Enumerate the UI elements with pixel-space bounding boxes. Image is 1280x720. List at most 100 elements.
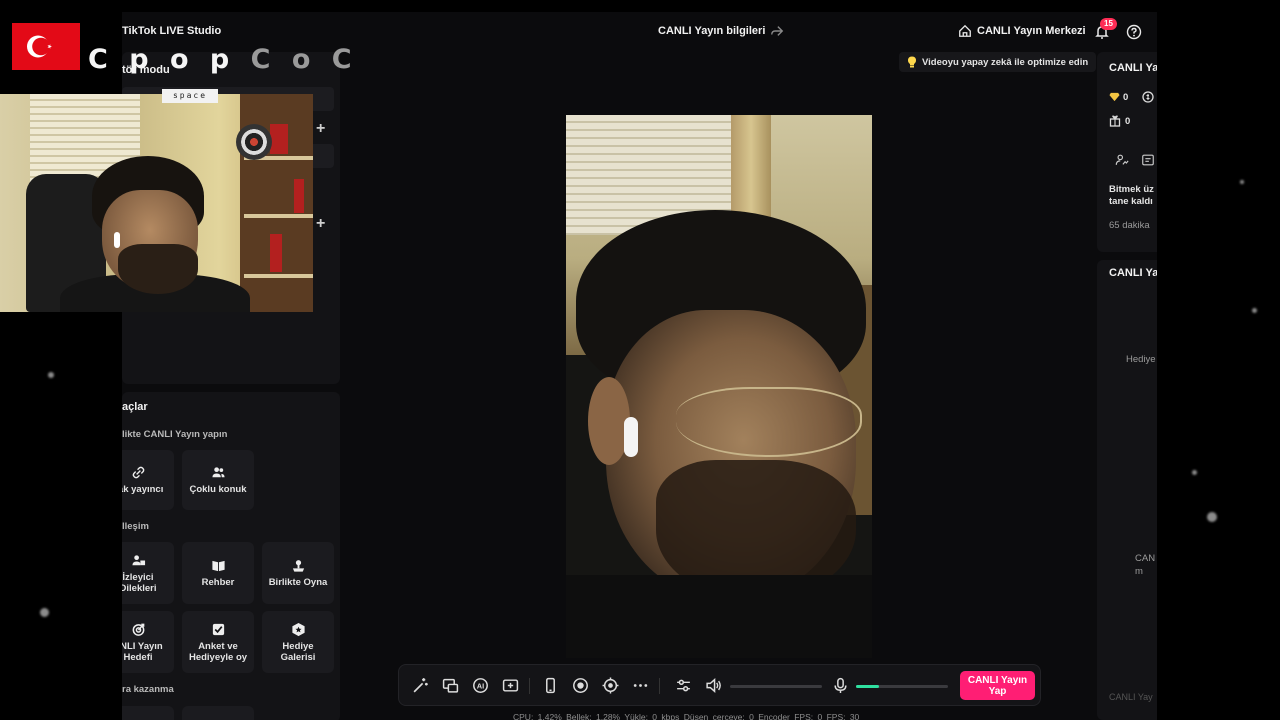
live-goal-icon (132, 623, 144, 636)
link-icon (132, 466, 144, 479)
preview-earbud (624, 417, 638, 457)
mic-level-fill (856, 685, 879, 688)
gifts-tab-label[interactable]: Hediye (1126, 354, 1156, 365)
lightbulb-icon (908, 56, 916, 68)
tool-multi-guest[interactable]: Çoklu konuk (182, 450, 254, 510)
diamond-icon (1109, 92, 1120, 102)
help-icon[interactable] (1126, 24, 1142, 40)
speaker-icon[interactable] (705, 677, 722, 694)
turkey-flag-image (12, 23, 80, 70)
add-source-icon[interactable] (502, 677, 519, 694)
more-icon[interactable] (632, 677, 649, 694)
tool-label: Anket ve Hediyeyle oy (188, 640, 248, 663)
settings-sliders-icon[interactable] (675, 677, 692, 694)
multi-guest-icon (211, 467, 225, 478)
camera-target-icon[interactable] (602, 677, 619, 694)
tool-play-together[interactable]: Birlikte Oyna (262, 542, 334, 604)
background-star (1207, 512, 1217, 522)
gifts-panel: CANLI Ya Hediye CAN m CANLI Yay (1097, 260, 1157, 720)
performance-stats: CPU: 1.42% Bellek: 1.28% Yükle: 0 kbps D… (513, 712, 860, 720)
tool-cohost[interactable]: cak yayıncı (122, 450, 174, 510)
add-scene-plus-icon[interactable]: + (316, 120, 325, 138)
tool-label: Rehber (201, 577, 235, 588)
app-title: TikTok LIVE Studio (122, 25, 222, 37)
ai-tip-label: Videoyu yapay zekâ ile optimize edin (922, 56, 1089, 68)
webcam-shelf-board (244, 214, 313, 218)
tool-label: ANLI Yayın Hedefi (122, 640, 163, 663)
svg-text:AI: AI (477, 681, 484, 690)
add-source-plus-icon[interactable]: + (316, 215, 325, 233)
webcam-red-item (270, 124, 288, 154)
minutes-remaining: 65 dakika (1109, 220, 1150, 231)
tool-earn[interactable] (182, 706, 254, 720)
stream-preview[interactable] (566, 115, 872, 658)
live-center-button[interactable]: CANLI Yayın Merkezi (958, 24, 1086, 38)
tool-earn[interactable] (122, 706, 174, 720)
tool-label: Çoklu konuk (189, 484, 247, 495)
viewer-wishes-icon (131, 554, 145, 565)
gift-gallery-icon (291, 622, 305, 636)
background-star (40, 608, 49, 617)
diamond-count: 0 (1123, 92, 1129, 103)
ai-optimize-tip[interactable]: Videoyu yapay zekâ ile optimize edin (899, 52, 1097, 72)
tool-label: cak yayıncı (122, 484, 164, 495)
brand-fade: C o C (250, 44, 358, 75)
tools-title: açlar (122, 401, 148, 413)
phone-layout-icon[interactable] (542, 677, 559, 694)
ai-icon[interactable]: AI (472, 677, 489, 694)
play-together-icon (292, 560, 304, 572)
webcam-earbud (114, 232, 120, 248)
home-icon (959, 24, 971, 37)
crescent-star-icon (27, 35, 52, 58)
tool-guide[interactable]: Rehber (182, 542, 254, 604)
tool-gift-gallery[interactable]: Hediye Galerisi (262, 611, 334, 673)
gifts-panel-title: CANLI Ya (1109, 267, 1157, 279)
microphone-icon[interactable] (832, 677, 849, 694)
background-star (1240, 180, 1244, 184)
empty-state-text: CAN m (1135, 553, 1156, 577)
mic-level-slider[interactable] (856, 685, 948, 688)
desktop-background: TikTok LIVE Studio CANLI Yayın bilgileri… (0, 0, 1280, 720)
live-summary-title: CANLI Ya (1109, 62, 1157, 74)
tools-panel: açlar likte CANLI Yayın yapın cak yayınc… (122, 392, 340, 720)
section-interaction: lleşim (122, 521, 149, 532)
tool-viewer-wishes[interactable]: İzleyici Dilekleri (122, 542, 174, 604)
tool-label: İzleyici Dilekleri (122, 571, 157, 594)
webcam-red-item (294, 179, 304, 213)
poll-icon (212, 623, 224, 635)
webcam-overlay (0, 94, 313, 312)
screen-icon[interactable] (1141, 153, 1155, 167)
gift-icon (1109, 115, 1121, 127)
screen-share-icon[interactable] (442, 677, 459, 694)
channel-brand-text: C p o p C o C (88, 44, 358, 75)
background-star (1192, 470, 1197, 475)
tool-live-goal[interactable]: ANLI Yayın Hedefi (122, 611, 174, 673)
webcam-shelf-board (244, 274, 313, 278)
live-summary-panel: CANLI Ya 0 0 Bitmek üz tane kaldı 65 dak… (1097, 52, 1157, 252)
section-earn: ra kazanma (122, 684, 174, 695)
toolbar-divider (659, 678, 660, 694)
guide-icon (211, 560, 225, 572)
volume-slider[interactable] (730, 685, 822, 688)
record-icon[interactable] (572, 677, 589, 694)
webcam-red-item (270, 234, 282, 272)
background-star (1252, 308, 1257, 313)
bottom-toolbar: AI CANLI Yayın Yap (398, 664, 1041, 706)
magic-wand-icon[interactable] (412, 677, 429, 694)
user-trend-icon[interactable] (1115, 153, 1129, 167)
go-live-button[interactable]: CANLI Yayın Yap (960, 671, 1035, 700)
webcam-dartboard (236, 124, 272, 160)
space-key-tag: space (162, 89, 218, 103)
footer-hint: CANLI Yay (1109, 692, 1153, 702)
tool-poll[interactable]: Anket ve Hediyeyle oy (182, 611, 254, 673)
live-center-label: CANLI Yayın Merkezi (977, 25, 1086, 37)
preview-glasses (676, 387, 862, 457)
coin-icon (1142, 91, 1154, 103)
live-info-button[interactable]: CANLI Yayın bilgileri (658, 25, 765, 37)
share-icon[interactable] (770, 24, 784, 38)
brand-main: C p o p (88, 44, 236, 75)
notification-badge: 15 (1100, 18, 1117, 30)
task-progress-text: Bitmek üz tane kaldı (1109, 184, 1154, 207)
gift-count: 0 (1125, 116, 1131, 127)
tool-label: Birlikte Oyna (268, 577, 328, 588)
